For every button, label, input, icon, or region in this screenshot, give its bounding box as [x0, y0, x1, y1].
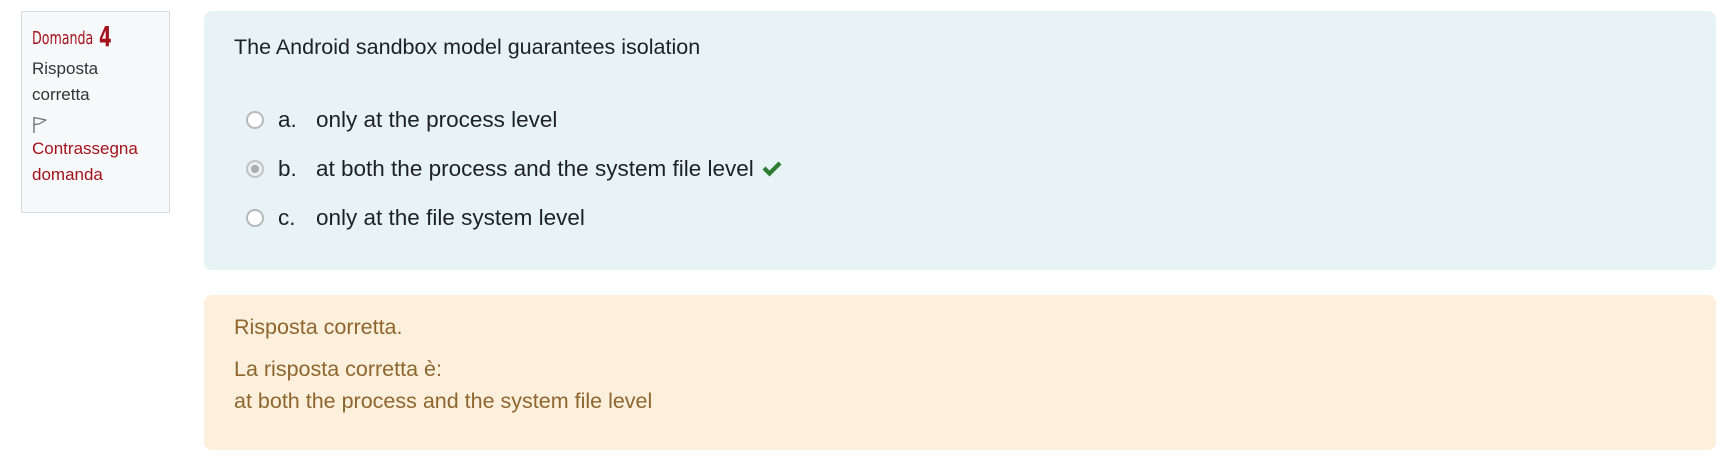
answer-letter: a.: [278, 106, 297, 132]
question-info-panel: Domanda 4 Risposta corretta Contrassegna…: [21, 11, 170, 213]
answer-text: only at the file system level: [316, 204, 585, 230]
answer-letter: c.: [278, 204, 296, 230]
question-state: Risposta corretta: [32, 59, 99, 104]
flag-icon[interactable]: [32, 116, 48, 134]
feedback-panel: Risposta corretta. La risposta corretta …: [204, 295, 1716, 450]
question-number-heading: Domanda 4: [32, 22, 159, 54]
answer-option-a[interactable]: a. only at the process level: [234, 95, 1686, 144]
right-answer-label: La risposta corretta è:: [234, 357, 442, 381]
question-formulation: The Android sandbox model guarantees iso…: [204, 11, 1716, 270]
answer-letter: b.: [278, 155, 297, 181]
radio-button[interactable]: [246, 208, 264, 227]
flag-question-link[interactable]: Contrassegna domanda: [32, 136, 159, 188]
check-icon: [762, 161, 782, 176]
answer-option-b[interactable]: b. at both the process and the system fi…: [234, 144, 1686, 193]
answer-option-c[interactable]: c. only at the file system level: [234, 193, 1686, 242]
question-number: 4: [99, 20, 113, 53]
answer-text: only at the process level: [316, 106, 558, 132]
radio-button-selected[interactable]: [246, 159, 264, 178]
feedback-status: Risposta corretta.: [234, 315, 403, 339]
right-answer-text: at both the process and the system file …: [234, 389, 653, 413]
answer-text: at both the process and the system file …: [316, 155, 754, 181]
radio-button[interactable]: [246, 110, 264, 129]
question-label: Domanda: [32, 28, 94, 49]
answer-list: a. only at the process level b. at both …: [234, 95, 1686, 242]
question-text: The Android sandbox model guarantees iso…: [234, 35, 701, 59]
